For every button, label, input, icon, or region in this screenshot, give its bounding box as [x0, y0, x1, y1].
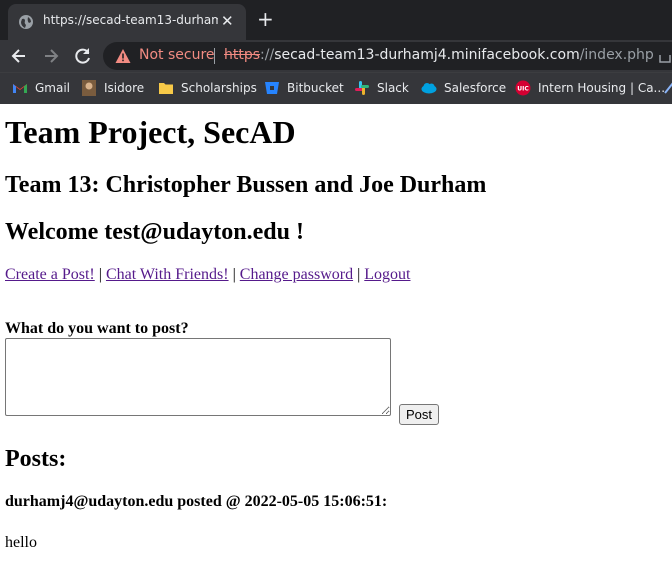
post-button[interactable]: Post	[399, 404, 440, 425]
change-password-link[interactable]: Change password	[240, 266, 353, 283]
welcome-heading: Welcome test@udayton.edu !	[5, 219, 304, 245]
folder-icon	[159, 83, 173, 94]
page-title: Team Project, SecAD	[5, 114, 296, 150]
bookmark-label: Scholarships	[181, 81, 257, 95]
reload-icon[interactable]	[73, 46, 93, 66]
nav-separator: |	[98, 266, 102, 283]
address-bar[interactable]: Not secure https://secad-team13-durhamj4…	[103, 42, 672, 70]
uic-icon: UIC	[515, 80, 531, 96]
bookmark-slack[interactable]: Slack	[354, 79, 409, 97]
tab-close-icon[interactable]: ✕	[221, 12, 234, 30]
bookmark-label: Bitbucket	[287, 81, 344, 95]
bookmark-bitbucket[interactable]: Bitbucket	[264, 79, 344, 97]
not-secure-label[interactable]: Not secure	[139, 47, 215, 63]
team-heading: Team 13: Christopher Bussen and Joe Durh…	[5, 172, 487, 198]
post-content: hello	[5, 534, 37, 551]
address-separator	[214, 48, 215, 64]
url-text[interactable]: https://secad-team13-durhamj4.minifacebo…	[224, 47, 654, 63]
tab-title: https://secad-team13-durhamj4.mi	[43, 13, 218, 27]
post-textarea[interactable]	[5, 338, 391, 416]
logout-link[interactable]: Logout	[364, 266, 410, 283]
bitbucket-icon	[265, 82, 279, 94]
back-arrow-icon[interactable]	[9, 46, 29, 66]
share-icon[interactable]	[658, 48, 672, 64]
isidore-icon	[82, 80, 96, 96]
create-post-link[interactable]: Create a Post!	[5, 266, 95, 283]
slack-icon	[355, 81, 369, 95]
bookmark-label: Salesforce	[444, 81, 507, 95]
url-path: /index.php	[579, 47, 654, 63]
svg-text:UIC: UIC	[517, 86, 529, 93]
url-host: secad-team13-durhamj4.minifacebook.com	[274, 47, 580, 63]
bookmarks-bar: Gmail Isidore Scholarships Bitbucket Sla…	[0, 72, 672, 104]
forward-arrow-icon[interactable]	[41, 46, 61, 66]
salesforce-icon	[421, 83, 437, 94]
posts-heading: Posts:	[5, 446, 67, 472]
chat-link[interactable]: Chat With Friends!	[106, 266, 229, 283]
nav-separator: |	[232, 266, 236, 283]
globe-icon	[19, 15, 33, 29]
browser-chrome: https://secad-team13-durhamj4.mi ✕ + Not…	[0, 0, 672, 104]
bookmark-label: Intern Housing | Ca...	[538, 81, 666, 95]
tab-strip: https://secad-team13-durhamj4.mi ✕ +	[0, 0, 672, 40]
browser-tab[interactable]: https://secad-team13-durhamj4.mi ✕	[8, 4, 246, 40]
bookmark-scholarships[interactable]: Scholarships	[158, 79, 257, 97]
bookmark-intern-housing[interactable]: UIC Intern Housing | Ca...	[515, 79, 665, 97]
url-slashes: ://	[260, 47, 275, 63]
nav-separator: |	[357, 266, 361, 283]
bookmark-salesforce[interactable]: Salesforce	[421, 79, 506, 97]
toolbar: Not secure https://secad-team13-durhamj4…	[0, 40, 672, 72]
post-header: durhamj4@udayton.edu posted @ 2022-05-05…	[5, 493, 388, 510]
gmail-icon	[13, 84, 27, 93]
bookmark-isidore[interactable]: Isidore	[81, 79, 144, 97]
page-nav: Create a Post! | Chat With Friends! | Ch…	[5, 266, 411, 284]
bookmark-gmail[interactable]: Gmail	[12, 79, 70, 97]
new-tab-button[interactable]: +	[257, 7, 274, 31]
post-prompt-label: What do you want to post?	[5, 320, 189, 337]
url-scheme: https	[224, 47, 261, 63]
more-bookmarks-icon[interactable]	[664, 81, 672, 95]
bookmark-label: Slack	[377, 81, 409, 95]
bookmark-label: Isidore	[104, 81, 145, 95]
warning-icon[interactable]	[115, 48, 131, 64]
bookmark-label: Gmail	[35, 81, 71, 95]
